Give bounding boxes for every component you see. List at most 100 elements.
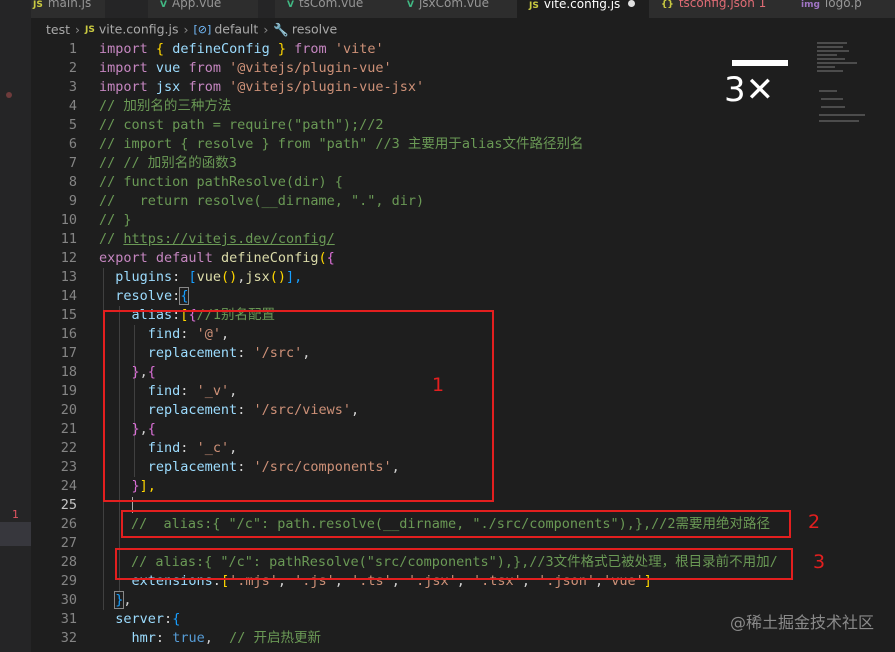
code-token: // 开启热更新 [229,630,321,646]
code-token: from [188,79,221,95]
symbol-variable-icon: [⊘] [193,22,212,36]
code-token: server [115,611,165,627]
code-line: plugins: [vue(),jsx()], [99,268,895,287]
js-file-icon: JS [85,24,95,35]
breadcrumb-symbol-resolve[interactable]: resolve [292,22,337,37]
code-line: export default defineConfig({ [99,249,895,268]
code-token: defineConfig [172,41,270,57]
code-token: vue [155,60,181,76]
code-token: defineConfig [220,250,319,266]
overlay-bar [732,60,788,66]
breadcrumb: test › JS vite.config.js › [⊘] default › 🔧 resolv… [31,18,895,40]
code-token: : [155,630,165,646]
line-number: 16 [60,326,77,342]
line-number: 20 [60,402,77,418]
line-number-current: 25 [60,497,77,513]
line-number: 4 [68,98,77,114]
line-number: 1 [68,41,77,57]
minimap-line [819,90,837,92]
minimap-line [817,62,857,64]
code-token: () [269,269,287,285]
code-token: // [99,231,124,247]
line-number: 32 [60,630,77,646]
code-token: from [294,41,327,57]
minimap-line [819,120,859,122]
code-token: '@vitejs/plugin-vue' [229,60,392,76]
code-token: from [188,60,221,76]
vue-file-icon: V [160,0,167,10]
minimap-line [817,50,849,52]
line-number: 24 [60,478,77,494]
line-number: 8 [68,174,77,190]
line-number: 3 [68,79,77,95]
line-number: 6 [68,136,77,152]
code-comment-line: // return resolve(__dirname, ".", dir) [99,193,425,209]
wrench-icon: 🔧 [273,21,289,37]
minimap-line [817,70,843,72]
line-number: 21 [60,421,77,437]
code-comment-line: // import { resolve } from "path" //3 主要… [99,136,584,152]
code-token: , [204,630,213,646]
tab-logo-png[interactable]: img logo.p [789,0,895,18]
modified-dot-icon [6,92,12,98]
line-number: 5 [68,117,77,133]
code-link[interactable]: https://vitejs.dev/config/ [123,231,334,247]
code-token: , [123,592,132,608]
line-number: 9 [68,193,77,209]
code-token: : [164,611,173,627]
code-token: plugins [115,269,173,285]
breadcrumb-file[interactable]: vite.config.js [99,22,179,37]
line-number: 29 [60,573,77,589]
line-number: 28 [60,554,77,570]
line-number: 2 [68,60,77,76]
tab-label: tsconfig.json 1 [678,0,767,10]
tab-app-vue[interactable]: V App.vue [148,0,259,18]
line-number: 19 [60,383,77,399]
code-comment-line: // const path = require("path");//2 [99,117,384,133]
tab-vite-config-js[interactable]: JS vite.config.js [517,0,650,18]
minimap-line [817,46,843,48]
tab-tscom-vue[interactable]: VtsCom.vue [275,0,396,18]
tab-main-js[interactable]: JS main.js [31,0,106,18]
unsaved-dot-icon [628,0,636,7]
js-file-icon: JS [529,1,539,11]
code-comment-line: // } [99,212,132,228]
code-token: 'vite' [334,41,384,57]
line-number: 12 [60,250,77,266]
line-number: 13 [60,269,77,285]
code-token: : [172,269,181,285]
tab-label: jsxCom.vue [418,0,489,10]
line-number: 7 [68,155,77,171]
code-token: true [172,630,205,646]
code-token: vue [196,269,221,285]
code-token: ], [286,269,303,285]
code-token: } [277,41,287,57]
minimap-line [817,54,837,56]
code-token: import [99,79,148,95]
tab-jsxcom-vue[interactable]: VjsxCom.vue [395,0,518,18]
overlay-badge: 3✕ [724,58,792,110]
js-file-icon: JS [33,0,43,10]
vue-file-icon: V [407,0,414,10]
line-number: 26 [60,516,77,532]
minimap[interactable] [815,40,879,132]
tab-label: main.js [47,0,92,10]
minimap-line [821,98,843,100]
vue-file-icon: V [287,0,294,10]
line-number: 18 [60,364,77,380]
breadcrumb-folder[interactable]: test [46,22,70,37]
code-token: { [172,611,181,627]
watermark: @稀土掘金技术社区 [729,613,874,632]
code-token: import [99,60,148,76]
line-number: 17 [60,345,77,361]
code-token: default [155,250,213,266]
code-token: () [220,269,238,285]
problems-count-marker: 1 [12,508,19,521]
tab-tsconfig-json[interactable]: {} tsconfig.json 1 [649,0,790,18]
activity-bar: 1 [0,0,31,652]
breadcrumb-symbol-default[interactable]: default [214,22,258,37]
code-line: resolve:{ [99,287,895,306]
annotation-box-2 [121,510,791,538]
annotation-label-2: 2 [808,511,821,533]
code-comment-line: // function pathResolve(dir) { [99,174,343,190]
